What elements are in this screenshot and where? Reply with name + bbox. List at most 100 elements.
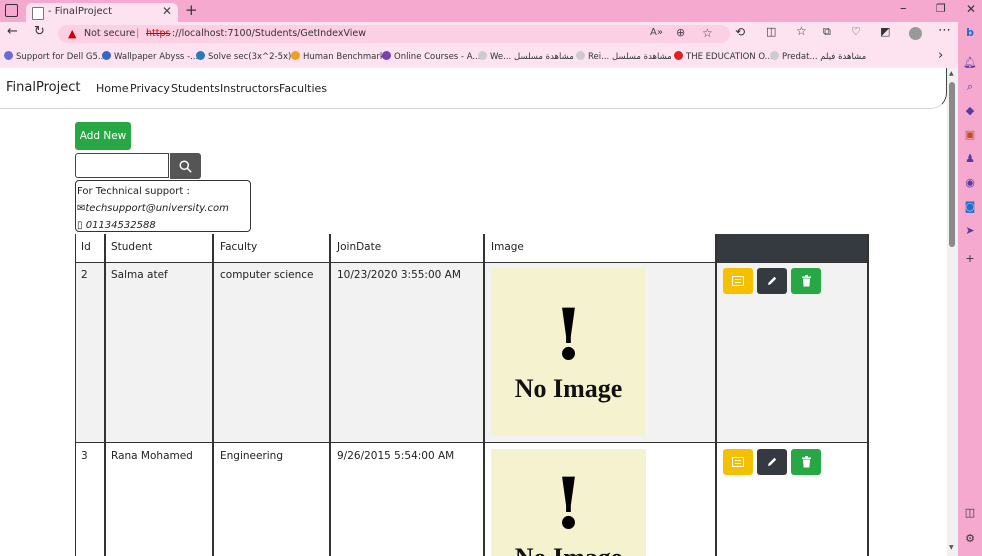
delete-button[interactable] xyxy=(791,268,821,294)
edit-button[interactable] xyxy=(757,268,787,294)
trash-icon xyxy=(801,456,811,468)
games-icon[interactable]: ♟ xyxy=(963,152,977,166)
delete-button[interactable] xyxy=(791,449,821,475)
copilot-icon[interactable]: b xyxy=(963,26,977,40)
exclamation-icon: ! xyxy=(553,293,584,376)
outlook-icon[interactable]: ◙ xyxy=(963,200,977,214)
edit-button[interactable] xyxy=(757,449,787,475)
bookmark-icon xyxy=(291,51,300,60)
details-button[interactable] xyxy=(723,449,753,475)
close-window-icon[interactable]: ✕ xyxy=(966,2,976,16)
header-id: Id xyxy=(81,241,91,253)
more-menu-icon[interactable]: ⋯ xyxy=(938,23,951,38)
split-screen-icon[interactable]: ◫ xyxy=(766,25,776,38)
bookmark-item[interactable]: Human Benchmark xyxy=(291,51,385,62)
favorites-icon[interactable]: ☆ xyxy=(796,24,807,38)
actions-header xyxy=(716,234,869,262)
pencil-icon xyxy=(768,276,777,285)
nav-link-home[interactable]: Home xyxy=(96,82,128,95)
cell-id: 2 xyxy=(81,269,88,281)
edge-sidebar: b 🔔︎ ⌕ ◆ ▣ ♟ ◉ ◙ ➤ + ◫ ⚙ xyxy=(958,22,982,556)
bookmark-item[interactable]: Solve sec(3x^2-5x)... xyxy=(196,51,299,62)
copilot-app-icon[interactable]: ◩ xyxy=(880,25,890,38)
header-image: Image xyxy=(491,241,524,253)
nav-link-students[interactable]: Students xyxy=(171,82,220,95)
bookmarks-overflow-icon[interactable]: › xyxy=(938,48,943,63)
browser-essentials-icon[interactable]: ♡ xyxy=(851,25,861,38)
cell-id: 3 xyxy=(81,450,88,462)
not-secure-label: Not secure xyxy=(84,28,136,39)
table-row: 2 Salma atef computer science 10/23/2020… xyxy=(76,262,868,442)
support-email[interactable]: techsupport@university.com xyxy=(85,203,229,214)
zoom-icon[interactable]: ⊕ xyxy=(676,26,685,39)
pencil-icon xyxy=(768,457,777,466)
bookmark-icon xyxy=(196,51,205,60)
microsoft365-icon[interactable]: ◉ xyxy=(963,176,977,190)
bookmark-item[interactable]: Wallpaper Abyss -... xyxy=(102,51,198,62)
bookmark-icon xyxy=(770,51,779,60)
bookmark-icon xyxy=(4,51,13,60)
bookmark-icon xyxy=(102,51,111,60)
support-box: For Technical support : ✉techsupport@uni… xyxy=(75,180,251,232)
header-faculty: Faculty xyxy=(220,241,258,253)
nav-link-instructors[interactable]: Instructors xyxy=(220,82,279,95)
address-bar[interactable]: ▲ Not secure | https ://localhost:7100/S… xyxy=(58,25,730,43)
phone-icon: ▯ xyxy=(77,220,83,231)
drop-icon[interactable]: ➤ xyxy=(963,224,977,238)
site-brand[interactable]: FinalProject xyxy=(6,80,80,95)
close-tab-icon[interactable]: ✕ xyxy=(162,4,172,18)
page-icon xyxy=(32,7,44,20)
bookmark-item[interactable]: Rei... مشاهدة مسلسل xyxy=(576,51,672,62)
profile-avatar[interactable] xyxy=(909,27,922,40)
hide-sidebar-icon[interactable]: ◫ xyxy=(963,506,977,520)
extensions-icon[interactable]: ⟲ xyxy=(735,25,745,39)
bookmark-icon xyxy=(576,51,585,60)
page-scrollbar[interactable]: ▲ ▼ xyxy=(947,68,958,556)
favorite-star-icon[interactable]: ☆ xyxy=(702,26,713,40)
search-input[interactable] xyxy=(75,153,169,178)
details-card-icon xyxy=(732,457,744,467)
details-card-icon xyxy=(732,276,744,286)
back-icon[interactable]: ← xyxy=(7,24,18,39)
read-aloud-icon[interactable]: A» xyxy=(650,27,663,38)
bookmark-icon xyxy=(674,51,683,60)
scrollbar-thumb[interactable] xyxy=(949,82,955,247)
sidebar-settings-icon[interactable]: ⚙ xyxy=(963,532,977,546)
bookmark-item[interactable]: Online Courses - A... xyxy=(382,51,480,62)
search-button[interactable] xyxy=(170,153,201,179)
bookmarks-bar: Support for Dell G5... Wallpaper Abyss -… xyxy=(0,46,982,69)
cell-joindate: 10/23/2020 3:55:00 AM xyxy=(337,269,461,281)
add-new-button[interactable]: Add New xyxy=(75,122,131,150)
address-toolbar: ← ↻ ▲ Not secure | https ://localhost:71… xyxy=(0,22,982,46)
tools-icon[interactable]: ▣ xyxy=(963,128,977,142)
scroll-down-icon[interactable]: ▼ xyxy=(949,544,954,551)
shopping-icon[interactable]: ◆ xyxy=(963,104,977,118)
nav-link-faculties[interactable]: Faculties xyxy=(279,82,327,95)
details-button[interactable] xyxy=(723,268,753,294)
no-image-text: No Image xyxy=(514,374,623,403)
magnifier-icon xyxy=(179,159,192,173)
bookmark-icon xyxy=(382,51,391,60)
minimize-icon[interactable]: – xyxy=(900,1,907,16)
address-divider: | xyxy=(136,28,140,39)
student-image-placeholder: ! No Image xyxy=(491,449,646,556)
scroll-up-icon[interactable]: ▲ xyxy=(949,70,954,77)
browser-tab-strip: - FinalProject ✕ + – ❐ ✕ xyxy=(0,0,982,22)
bookmark-item[interactable]: Predat... مشاهدة فيلم xyxy=(770,51,866,62)
browser-tab[interactable]: - FinalProject ✕ xyxy=(26,3,178,22)
nav-link-privacy[interactable]: Privacy xyxy=(130,82,170,95)
bookmark-item[interactable]: We... مشاهدة مسلسل xyxy=(478,51,574,62)
bookmark-item[interactable]: Support for Dell G5... xyxy=(4,51,106,62)
bookmark-item[interactable]: THE EDUCATION O... xyxy=(674,51,773,62)
maximize-icon[interactable]: ❐ xyxy=(936,2,946,15)
search-icon[interactable]: ⌕ xyxy=(963,80,977,94)
add-sidebar-app-icon[interactable]: + xyxy=(963,252,977,266)
url-scheme: https xyxy=(146,28,171,39)
notifications-icon[interactable]: 🔔︎ xyxy=(963,56,977,70)
site-navbar: FinalProject Home Privacy Students Instr… xyxy=(0,68,947,109)
refresh-icon[interactable]: ↻ xyxy=(34,24,45,39)
workspaces-icon[interactable] xyxy=(5,4,18,17)
new-tab-icon[interactable]: + xyxy=(185,1,198,19)
collections-icon[interactable]: ⧉ xyxy=(823,25,831,39)
cell-student: Rana Mohamed xyxy=(111,450,193,462)
